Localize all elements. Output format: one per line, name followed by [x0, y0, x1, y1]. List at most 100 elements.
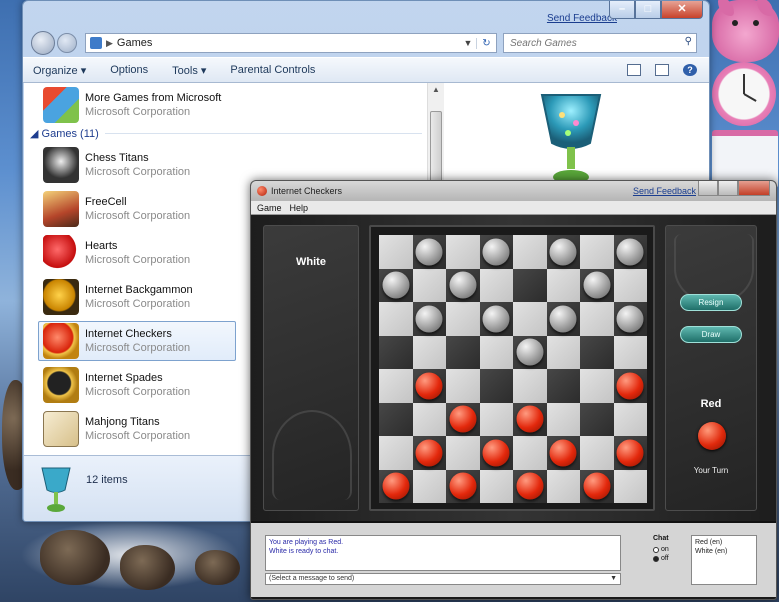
list-item-more-games[interactable]: More Games from Microsoft Microsoft Corp… — [38, 85, 236, 125]
board-square[interactable] — [613, 402, 647, 436]
scroll-up-icon[interactable]: ▲ — [432, 85, 440, 94]
red-checker-piece[interactable] — [616, 439, 644, 467]
white-checker-piece[interactable] — [382, 271, 410, 299]
board-square[interactable] — [580, 235, 614, 269]
white-checker-piece[interactable] — [482, 305, 510, 333]
address-dropdown-icon[interactable]: ▼ — [460, 38, 476, 48]
board-square[interactable] — [513, 268, 547, 302]
board-square[interactable] — [446, 235, 480, 269]
red-checker-piece[interactable] — [449, 472, 477, 500]
breadcrumb-games[interactable]: Games — [117, 37, 152, 49]
board-square[interactable] — [580, 335, 614, 369]
red-checker-piece[interactable] — [449, 405, 477, 433]
board-square[interactable] — [513, 369, 547, 403]
board-square[interactable] — [446, 436, 480, 470]
red-checker-piece[interactable] — [415, 372, 443, 400]
help-icon[interactable]: ? — [683, 64, 697, 76]
white-checker-piece[interactable] — [549, 305, 577, 333]
chat-off-option[interactable]: off — [653, 555, 683, 562]
board-square[interactable] — [580, 402, 614, 436]
board-square[interactable] — [379, 436, 413, 470]
organize-menu[interactable]: Organize ▾ — [33, 64, 86, 77]
white-checker-piece[interactable] — [583, 271, 611, 299]
red-checker-piece[interactable] — [415, 439, 443, 467]
list-item-internet-backgammon[interactable]: Internet Backgammon Microsoft Corporatio… — [38, 277, 236, 317]
white-checker-piece[interactable] — [616, 238, 644, 266]
board-square[interactable] — [513, 436, 547, 470]
board-square[interactable] — [546, 469, 580, 503]
red-checker-piece[interactable] — [516, 472, 544, 500]
board-square[interactable] — [613, 335, 647, 369]
white-checker-piece[interactable] — [516, 338, 544, 366]
chat-on-option[interactable]: on — [653, 546, 683, 553]
board-square[interactable] — [412, 469, 446, 503]
board-square[interactable] — [546, 268, 580, 302]
draw-button[interactable]: Draw — [680, 326, 742, 343]
board-square[interactable] — [446, 369, 480, 403]
refresh-icon[interactable]: ↻ — [476, 37, 496, 49]
chat-message-select[interactable]: (Select a message to send) ▼ — [265, 573, 621, 585]
board-square[interactable] — [479, 369, 513, 403]
board-square[interactable] — [479, 402, 513, 436]
board-square[interactable] — [379, 235, 413, 269]
white-checker-piece[interactable] — [449, 271, 477, 299]
board-square[interactable] — [580, 436, 614, 470]
board-square[interactable] — [546, 402, 580, 436]
change-view-icon[interactable] — [627, 64, 641, 76]
dropdown-arrow-icon[interactable]: ▼ — [610, 574, 617, 584]
list-item-internet-checkers[interactable]: Internet Checkers Microsoft Corporation — [38, 321, 236, 361]
board-square[interactable] — [446, 335, 480, 369]
search-box[interactable]: ⚲ — [503, 33, 697, 53]
board-square[interactable] — [546, 369, 580, 403]
board-square[interactable] — [580, 369, 614, 403]
close-button[interactable]: ✕ — [661, 1, 703, 19]
red-checker-piece[interactable] — [583, 472, 611, 500]
checkers-send-feedback-link[interactable]: Send Feedback — [633, 186, 696, 196]
board-square[interactable] — [479, 268, 513, 302]
board-square[interactable] — [379, 335, 413, 369]
list-item-mahjong-titans[interactable]: Mahjong Titans Microsoft Corporation — [38, 409, 236, 449]
preview-pane-icon[interactable] — [655, 64, 669, 76]
checkers-maximize-button[interactable] — [718, 181, 738, 196]
board-square[interactable] — [379, 302, 413, 336]
board-square[interactable] — [613, 469, 647, 503]
board-square[interactable] — [379, 369, 413, 403]
list-item-internet-spades[interactable]: Internet Spades Microsoft Corporation — [38, 365, 236, 405]
board-square[interactable] — [580, 302, 614, 336]
explorer-send-feedback-link[interactable]: Send Feedback — [547, 13, 617, 24]
search-icon[interactable]: ⚲ — [685, 36, 692, 47]
maximize-button[interactable]: □ — [635, 1, 661, 19]
board-square[interactable] — [412, 335, 446, 369]
back-button[interactable] — [31, 31, 55, 55]
forward-button[interactable] — [57, 33, 77, 53]
address-bar[interactable]: ▶ Games ▼ ↻ — [85, 33, 497, 53]
checkers-minimize-button[interactable] — [698, 181, 718, 196]
white-checker-piece[interactable] — [616, 305, 644, 333]
checkers-close-button[interactable] — [738, 181, 770, 196]
search-input[interactable] — [504, 34, 674, 52]
board-square[interactable] — [412, 402, 446, 436]
list-item-hearts[interactable]: Hearts Microsoft Corporation — [38, 233, 236, 273]
red-checker-piece[interactable] — [616, 372, 644, 400]
red-checker-piece[interactable] — [549, 439, 577, 467]
white-checker-piece[interactable] — [482, 238, 510, 266]
menu-game[interactable]: Game — [257, 203, 282, 213]
parental-controls-button[interactable]: Parental Controls — [230, 64, 315, 76]
minimize-button[interactable]: – — [609, 1, 635, 19]
board-square[interactable] — [379, 402, 413, 436]
list-item-freecell[interactable]: FreeCell Microsoft Corporation — [38, 189, 236, 229]
group-header-games[interactable]: ◢ Games (11) — [30, 127, 422, 140]
white-checker-piece[interactable] — [549, 238, 577, 266]
checkers-board[interactable] — [379, 235, 647, 503]
board-square[interactable] — [513, 235, 547, 269]
resign-button[interactable]: Resign — [680, 294, 742, 311]
board-square[interactable] — [479, 335, 513, 369]
white-checker-piece[interactable] — [415, 305, 443, 333]
red-checker-piece[interactable] — [382, 472, 410, 500]
board-square[interactable] — [613, 268, 647, 302]
options-button[interactable]: Options — [110, 64, 148, 76]
red-checker-piece[interactable] — [516, 405, 544, 433]
menu-help[interactable]: Help — [290, 203, 309, 213]
list-item-chess-titans[interactable]: Chess Titans Microsoft Corporation — [38, 145, 236, 185]
white-checker-piece[interactable] — [415, 238, 443, 266]
